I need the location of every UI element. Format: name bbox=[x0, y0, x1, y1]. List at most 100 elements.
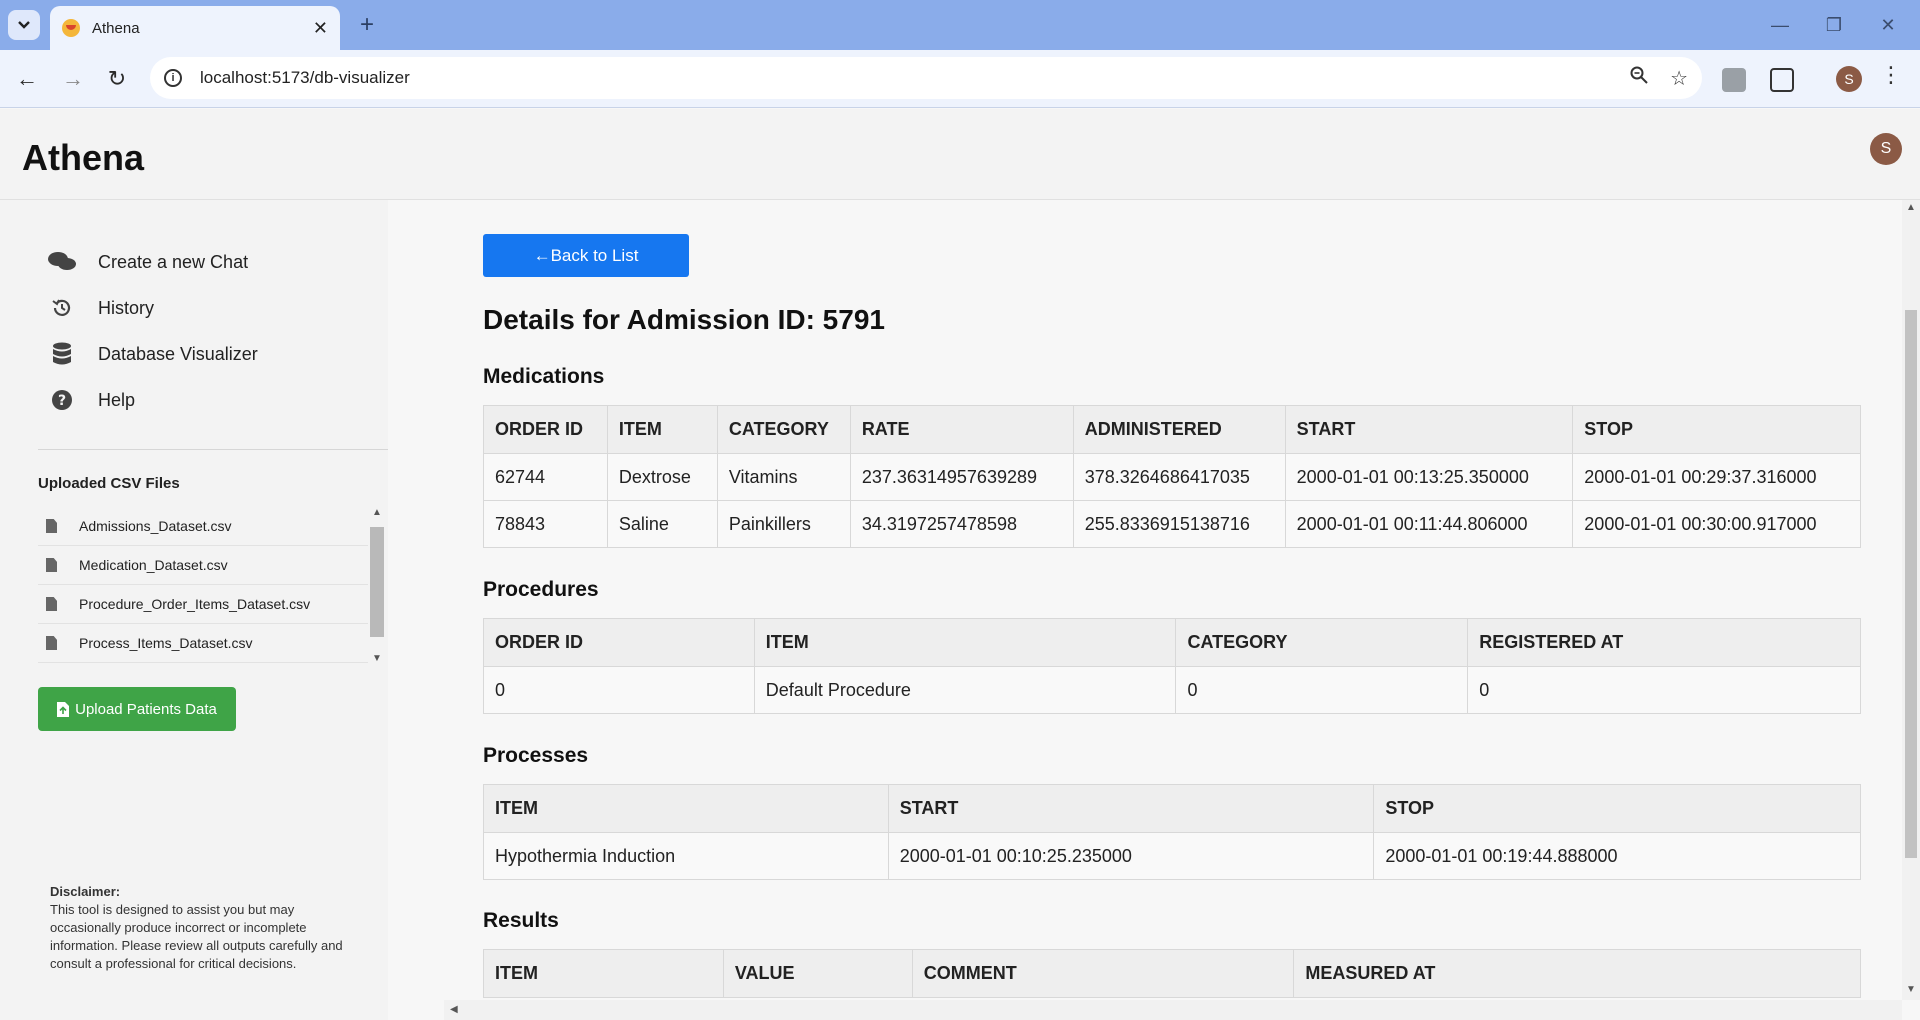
column-header: CATEGORY bbox=[1175, 618, 1469, 667]
column-header: VALUE bbox=[722, 949, 913, 998]
table-cell: 2000-01-01 00:29:37.316000 bbox=[1572, 453, 1861, 501]
table-cell: Saline bbox=[606, 500, 718, 548]
upload-patients-data-button[interactable]: Upload Patients Data bbox=[38, 687, 236, 731]
table-header-row: ORDER ID ITEM CATEGORY REGISTERED AT bbox=[483, 618, 1861, 667]
file-icon bbox=[46, 519, 57, 533]
close-tab-icon[interactable]: ✕ bbox=[313, 18, 328, 39]
url-text[interactable]: localhost:5173/db-visualizer bbox=[200, 68, 1608, 88]
table-cell: 62744 bbox=[483, 453, 608, 501]
sidebar-item-history[interactable]: History bbox=[48, 296, 154, 320]
scroll-up-icon[interactable]: ▲ bbox=[1906, 202, 1916, 213]
site-info-icon[interactable]: i bbox=[164, 69, 182, 87]
browser-menu-icon[interactable]: ⋮ bbox=[1880, 62, 1902, 88]
page-vertical-scrollbar[interactable]: ▲ ▼ bbox=[1902, 200, 1920, 1000]
file-icon bbox=[46, 597, 57, 611]
table-cell: Dextrose bbox=[606, 453, 718, 501]
forward-nav-button[interactable]: → bbox=[58, 64, 88, 94]
address-bar[interactable]: i localhost:5173/db-visualizer ☆ bbox=[150, 57, 1702, 99]
table-cell: 78843 bbox=[483, 500, 608, 548]
csv-file-name: Procedure_Order_Items_Dataset.csv bbox=[79, 596, 311, 612]
table-row: 78843 Saline Painkillers 34.319725747859… bbox=[483, 500, 1861, 548]
scroll-left-icon[interactable]: ◀ bbox=[450, 1004, 458, 1015]
tab-search-button[interactable] bbox=[8, 10, 40, 40]
csv-file-item[interactable]: Medication_Dataset.csv bbox=[38, 546, 368, 585]
svg-text:?: ? bbox=[58, 393, 66, 409]
column-header: MEASURED AT bbox=[1293, 949, 1861, 998]
user-avatar[interactable]: S bbox=[1870, 133, 1902, 165]
upload-button-label: Upload Patients Data bbox=[75, 700, 217, 718]
sidebar-item-label: History bbox=[98, 297, 155, 318]
browser-toolbar: ← → ↻ i localhost:5173/db-visualizer ☆ bbox=[0, 50, 1920, 108]
column-header: ITEM bbox=[753, 618, 1177, 667]
column-header: ITEM bbox=[483, 949, 724, 998]
csv-file-item[interactable]: Procedure_Order_Items_Dataset.csv bbox=[38, 585, 368, 624]
restore-button[interactable]: ❐ bbox=[1814, 10, 1854, 40]
minimize-button[interactable]: — bbox=[1760, 10, 1800, 40]
column-header: ADMINISTERED bbox=[1072, 405, 1286, 454]
table-cell: Default Procedure bbox=[753, 666, 1177, 714]
extensions-puzzle-icon[interactable] bbox=[1770, 68, 1794, 92]
chevron-down-icon bbox=[18, 21, 30, 29]
sidebar-divider bbox=[38, 449, 388, 450]
new-tab-button[interactable]: + bbox=[352, 10, 382, 40]
column-header: CATEGORY bbox=[716, 405, 851, 454]
back-nav-button[interactable]: ← bbox=[12, 64, 42, 94]
csv-scrollbar-thumb[interactable] bbox=[370, 527, 384, 637]
athena-favicon-icon bbox=[62, 19, 80, 37]
table-row: Hypothermia Induction 2000-01-01 00:10:2… bbox=[483, 832, 1861, 880]
column-header: ITEM bbox=[606, 405, 718, 454]
browser-profile-avatar[interactable]: S bbox=[1836, 66, 1862, 92]
tab-title: Athena bbox=[92, 19, 140, 37]
table-cell: 2000-01-01 00:11:44.806000 bbox=[1284, 500, 1574, 548]
table-header-row: ITEM VALUE COMMENT MEASURED AT bbox=[483, 949, 1861, 998]
extension-icon[interactable] bbox=[1722, 68, 1746, 92]
page-scrollbar-thumb[interactable] bbox=[1905, 310, 1917, 858]
page-horizontal-scrollbar[interactable]: ◀ bbox=[444, 1000, 1902, 1020]
table-header-row: ITEM START STOP bbox=[483, 784, 1861, 833]
close-window-button[interactable]: ✕ bbox=[1868, 10, 1908, 40]
column-header: RATE bbox=[849, 405, 1074, 454]
column-header: ORDER ID bbox=[483, 618, 755, 667]
column-header: START bbox=[887, 784, 1375, 833]
table-cell: 0 bbox=[483, 666, 755, 714]
table-cell: 34.3197257478598 bbox=[849, 500, 1074, 548]
disclaimer: Disclaimer: This tool is designed to ass… bbox=[50, 883, 360, 973]
procedures-title: Procedures bbox=[483, 578, 599, 601]
disclaimer-text: This tool is designed to assist you but … bbox=[50, 902, 343, 971]
medications-table: ORDER ID ITEM CATEGORY RATE ADMINISTERED… bbox=[483, 405, 1861, 548]
column-header: STOP bbox=[1373, 784, 1861, 833]
table-cell: Vitamins bbox=[716, 453, 851, 501]
reload-button[interactable]: ↻ bbox=[102, 64, 132, 94]
csv-file-item[interactable]: Process_Items_Dataset.csv bbox=[38, 624, 368, 663]
page-title: Details for Admission ID: 5791 bbox=[483, 304, 885, 335]
procedures-table: ORDER ID ITEM CATEGORY REGISTERED AT 0 D… bbox=[483, 618, 1861, 714]
table-cell: 2000-01-01 00:10:25.235000 bbox=[887, 832, 1375, 880]
table-cell: Hypothermia Induction bbox=[483, 832, 889, 880]
sidebar-item-help[interactable]: ? Help bbox=[48, 388, 135, 412]
csv-file-name: Process_Items_Dataset.csv bbox=[79, 635, 253, 651]
column-header: ORDER ID bbox=[483, 405, 608, 454]
help-icon: ? bbox=[48, 388, 76, 412]
column-header: REGISTERED AT bbox=[1467, 618, 1861, 667]
table-row: 62744 Dextrose Vitamins 237.363149576392… bbox=[483, 453, 1861, 501]
sidebar-item-database-visualizer[interactable]: Database Visualizer bbox=[48, 342, 258, 366]
csv-files-title: Uploaded CSV Files bbox=[38, 475, 180, 492]
results-title: Results bbox=[483, 909, 559, 932]
scroll-down-icon[interactable]: ▼ bbox=[372, 653, 382, 664]
csv-file-list[interactable]: Admissions_Dataset.csv Medication_Datase… bbox=[38, 507, 368, 667]
table-header-row: ORDER ID ITEM CATEGORY RATE ADMINISTERED… bbox=[483, 405, 1861, 454]
table-cell: 0 bbox=[1175, 666, 1469, 714]
browser-tab[interactable]: Athena ✕ bbox=[50, 6, 340, 50]
csv-file-item[interactable]: Admissions_Dataset.csv bbox=[38, 507, 368, 546]
table-row: 0 Default Procedure 0 0 bbox=[483, 666, 1861, 714]
zoom-icon[interactable] bbox=[1630, 66, 1648, 90]
column-header: STOP bbox=[1572, 405, 1861, 454]
scroll-up-icon[interactable]: ▲ bbox=[372, 507, 382, 518]
scroll-down-icon[interactable]: ▼ bbox=[1906, 984, 1916, 995]
back-to-list-button[interactable]: ←Back to List bbox=[483, 234, 689, 277]
table-cell: 2000-01-01 00:30:00.917000 bbox=[1572, 500, 1861, 548]
sidebar-item-new-chat[interactable]: Create a new Chat bbox=[48, 250, 248, 274]
app-logo[interactable]: Athena bbox=[22, 137, 144, 179]
csv-list-scrollbar[interactable]: ▲ ▼ bbox=[368, 507, 386, 667]
bookmark-star-icon[interactable]: ☆ bbox=[1670, 66, 1688, 91]
